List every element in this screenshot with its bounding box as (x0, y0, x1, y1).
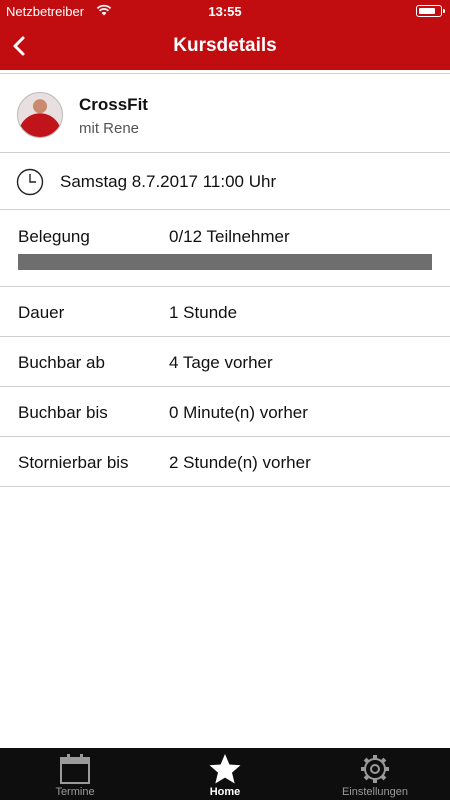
tab-home[interactable]: Home (150, 748, 300, 800)
course-header: CrossFit mit Rene (0, 74, 450, 153)
tab-label: Termine (55, 786, 95, 798)
occupancy-label: Belegung (18, 227, 90, 246)
page-title: Kursdetails (173, 35, 277, 56)
detail-value: 0 Minute(n) vorher (169, 403, 308, 422)
detail-value: 1 Stunde (169, 303, 238, 322)
course-details: CrossFit mit Rene Samstag 8.7.2017 11:00… (0, 70, 450, 487)
status-time: 13:55 (208, 4, 242, 19)
detail-label: Dauer (18, 303, 65, 322)
tab-einstellungen[interactable]: Einstellungen (300, 748, 450, 800)
status-bar: Netzbetreiber 13:55 (0, 0, 450, 22)
detail-row-bookable-from: Buchbar ab 4 Tage vorher (0, 337, 450, 387)
tab-label: Einstellungen (341, 786, 409, 798)
detail-label: Stornierbar bis (18, 453, 129, 472)
detail-row-bookable-until: Buchbar bis 0 Minute(n) vorher (0, 387, 450, 437)
course-trainer: mit Rene (79, 120, 140, 137)
detail-row-cancellable-until: Stornierbar bis 2 Stunde(n) vorher (0, 437, 450, 487)
tab-label: Home (209, 786, 241, 798)
occupancy-progress-bar (18, 254, 432, 270)
battery-icon (416, 5, 445, 17)
detail-value: 4 Tage vorher (169, 353, 273, 372)
gear-icon (361, 755, 389, 783)
star-icon (209, 754, 241, 784)
navigation-bar: Kursdetails (0, 22, 450, 70)
calendar-icon (60, 754, 90, 784)
clock-icon (16, 168, 44, 196)
occupancy-row: Belegung 0/12 Teilnehmer (0, 210, 450, 287)
course-date-row: Samstag 8.7.2017 11:00 Uhr (0, 153, 450, 210)
battery-level (419, 8, 436, 14)
course-name: CrossFit (79, 95, 148, 114)
tab-termine[interactable]: Termine (0, 748, 150, 800)
occupancy-value: 0/12 Teilnehmer (169, 227, 290, 246)
course-date: Samstag 8.7.2017 11:00 Uhr (60, 172, 277, 191)
detail-row-duration: Dauer 1 Stunde (0, 287, 450, 337)
tab-bar: Termine Home Einstellungen (0, 748, 450, 800)
detail-label: Buchbar bis (18, 403, 108, 422)
detail-value: 2 Stunde(n) vorher (169, 453, 311, 472)
trainer-avatar (17, 92, 63, 138)
detail-label: Buchbar ab (18, 353, 105, 372)
